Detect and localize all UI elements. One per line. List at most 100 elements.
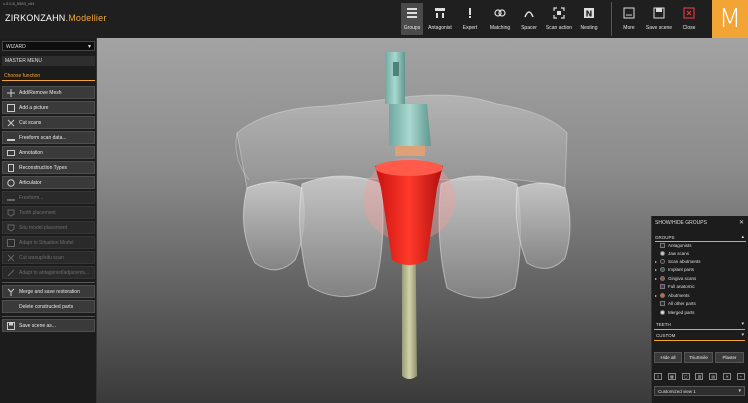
delete-view-icon[interactable]: ✕ [723, 373, 732, 380]
scan-action-button[interactable]: Scan action [544, 3, 574, 35]
split-view-icon[interactable]: ▥ [695, 373, 704, 380]
more-button[interactable]: More [618, 3, 640, 35]
delete-constructed-parts-button[interactable]: Delete constructed parts [2, 300, 95, 313]
adapt-antagonist-button[interactable]: Adapt to antagonist/adjacents... [2, 266, 95, 279]
top-toolbar: v.3.0.8_5583_x64 ZIRKONZAHN.Modellier Gr… [0, 0, 748, 38]
groups-button[interactable]: Groups [401, 3, 423, 35]
spacer-button[interactable]: Spacer [518, 3, 540, 35]
grid-view-icon[interactable]: ▦ [667, 373, 676, 380]
nesting-icon: N [582, 6, 596, 20]
app-logo: M [712, 0, 748, 38]
merge-save-restoration-button[interactable]: Merge and save restoration [2, 285, 95, 298]
group-item[interactable]: ▸ Gingiva scans [655, 275, 696, 282]
save-icon [652, 6, 666, 20]
divider [2, 316, 95, 317]
antagonist-icon [433, 6, 447, 20]
single-view-icon[interactable]: ▢ [681, 373, 690, 380]
teeth-section-label[interactable]: TEETH [656, 322, 671, 327]
merge-icon [6, 287, 15, 296]
wizard-dropdown[interactable]: WIZARD ▾ [2, 41, 95, 51]
left-panel: WIZARD ▾ MASTER MENU Choose function Add… [0, 38, 97, 403]
divider [654, 329, 745, 330]
close-button[interactable]: Close [678, 3, 700, 35]
group-item[interactable]: Full anatomic [655, 283, 695, 290]
freeform-scan-data-button[interactable]: Freeform scan data... [2, 131, 95, 144]
chevron-up-icon[interactable]: ▴ [741, 234, 744, 240]
nesting-button[interactable]: N Nesting [577, 3, 601, 35]
color-swatch [660, 243, 665, 248]
divider [2, 282, 95, 283]
add-picture-button[interactable]: Add a picture [2, 101, 95, 114]
situ-model-placement-button[interactable]: Situ model placement [2, 221, 95, 234]
delete-icon [6, 302, 15, 311]
app-title: ZIRKONZAHN.Modellier [5, 13, 107, 23]
spacer-icon [522, 6, 536, 20]
triusmile-button[interactable]: TriuSmile [684, 352, 713, 363]
expand-arrow-icon: ▸ [655, 259, 658, 264]
group-item[interactable]: ▸ Abutments [655, 292, 690, 299]
groups-section-label[interactable]: GROUPS [655, 235, 675, 240]
product-name: .Modellier [65, 13, 107, 23]
save-scene-button[interactable]: Save scene [644, 3, 674, 35]
layers-icon[interactable]: ▤ [709, 373, 718, 380]
list-view-icon[interactable]: ≡ [654, 373, 662, 380]
choose-function-heading: Choose function [4, 73, 41, 79]
groups-icon [405, 6, 419, 20]
reconstruction-types-button[interactable]: Reconstruction Types [2, 161, 95, 174]
close-icon[interactable]: ✕ [739, 219, 744, 226]
adapt-icon [6, 268, 15, 277]
view-toolbar: ≡ ▦ ▢ ▥ ▤ ✕ + [654, 373, 745, 381]
toolbar-separator [611, 2, 612, 36]
plaster-button[interactable]: Plaster [715, 352, 744, 363]
scan-action-icon [552, 6, 566, 20]
expand-arrow-icon: ▸ [655, 267, 658, 272]
expert-icon [463, 6, 477, 20]
add-view-icon[interactable]: + [736, 373, 745, 380]
antagonist-button[interactable]: Antagonist [426, 3, 454, 35]
view-selector[interactable]: Customized view 1 ▾ [654, 386, 745, 396]
svg-text:N: N [586, 10, 593, 19]
brand-name: ZIRKONZAHN [5, 13, 66, 23]
scissors-icon [6, 118, 15, 127]
articulator-icon [6, 178, 15, 187]
custom-section-label[interactable]: CUSTOM [656, 333, 675, 338]
color-swatch [660, 284, 665, 289]
matching-button[interactable]: Matching [486, 3, 514, 35]
save-scene-as-button[interactable]: Save scene as... [2, 319, 95, 332]
adapt-situation-model-button[interactable]: Adapt to Situation Model [2, 236, 95, 249]
expert-button[interactable]: Expert [458, 3, 482, 35]
color-swatch [660, 276, 665, 281]
group-item[interactable]: Jaw scans [655, 250, 689, 257]
group-item[interactable]: All other parts [655, 300, 696, 307]
cut-waxup-button[interactable]: Cut waxup/situ scan [2, 251, 95, 264]
annotation-button[interactable]: Annotation [2, 146, 95, 159]
group-item[interactable]: ▸ Implant parts [655, 266, 694, 273]
chevron-down-icon: ▾ [87, 44, 91, 50]
save-icon [6, 321, 15, 330]
hide-all-button[interactable]: Hide all [654, 352, 682, 363]
chevron-down-icon[interactable]: ▾ [741, 321, 744, 327]
color-swatch [660, 259, 665, 264]
articulator-button[interactable]: Articulator [2, 176, 95, 189]
chevron-down-icon: ▾ [738, 388, 741, 394]
picture-icon [6, 103, 15, 112]
adapt-icon [6, 238, 15, 247]
master-menu[interactable]: MASTER MENU [2, 56, 95, 66]
add-remove-mesh-button[interactable]: Add/Remove Mesh [2, 86, 95, 99]
color-swatch [660, 310, 665, 315]
matching-icon [493, 6, 507, 20]
color-swatch [660, 267, 665, 272]
group-item[interactable]: Antagonists [655, 242, 692, 249]
cut-scans-button[interactable]: Cut scans [2, 116, 95, 129]
panel-title: SHOW/HIDE GROUPS [655, 220, 707, 226]
group-item[interactable]: Merged parts [655, 309, 695, 316]
mesh-icon [6, 88, 15, 97]
freeform-button[interactable]: Freeform... [2, 191, 95, 204]
group-item[interactable]: ▸ Scan abutments [655, 258, 701, 265]
more-icon [622, 6, 636, 20]
version-label: v.3.0.8_5583_x64 [3, 1, 35, 6]
chevron-down-icon[interactable]: ▾ [741, 332, 744, 338]
freeform-icon [6, 133, 15, 142]
tooth-placement-button[interactable]: Tooth placement [2, 206, 95, 219]
tooth-icon [6, 208, 15, 217]
